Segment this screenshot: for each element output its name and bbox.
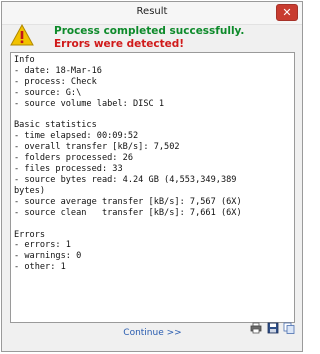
print-icon[interactable]: [250, 322, 262, 334]
report-line: - source average transfer [kB/s]: 7,567 …: [14, 196, 242, 207]
report-line: bytes): [14, 185, 46, 196]
report-line: - source bytes read: 4.24 GB (4,553,349,…: [14, 174, 237, 185]
report-text: Info - date: 18-Mar-16 - process: Check …: [14, 55, 292, 273]
report-line: Info: [14, 55, 35, 65]
report-line: - folders processed: 26: [14, 153, 133, 164]
report-line: - errors: 1: [14, 240, 71, 251]
title-bar: Result ✕: [2, 2, 302, 25]
copy-icon[interactable]: [283, 322, 295, 334]
report-line: - date: 18-Mar-16: [14, 65, 102, 76]
report-line: Errors: [14, 229, 46, 240]
report-line: - other: 1: [14, 262, 66, 273]
report-line: - time elapsed: 00:09:52: [14, 131, 139, 142]
report-textbox[interactable]: Info - date: 18-Mar-16 - process: Check …: [10, 52, 295, 323]
status-errors: Errors were detected!: [54, 38, 185, 50]
report-line: - files processed: 33: [14, 164, 123, 175]
warning-icon: [10, 24, 34, 46]
report-line: - source volume label: DISC 1: [14, 98, 165, 109]
save-icon[interactable]: [267, 322, 279, 334]
report-line: Basic statistics: [14, 120, 97, 131]
status-success: Process completed successfully.: [54, 25, 245, 37]
close-button[interactable]: ✕: [276, 4, 298, 21]
report-line: - source: G:\: [14, 87, 82, 98]
report-line: - source clean transfer [kB/s]: 7,661 (6…: [14, 207, 242, 218]
window-title: Result: [136, 6, 168, 17]
report-line: - overall transfer [kB/s]: 7,502: [14, 142, 180, 153]
report-line: - process: Check: [14, 76, 97, 87]
report-line: - warnings: 0: [14, 251, 82, 262]
